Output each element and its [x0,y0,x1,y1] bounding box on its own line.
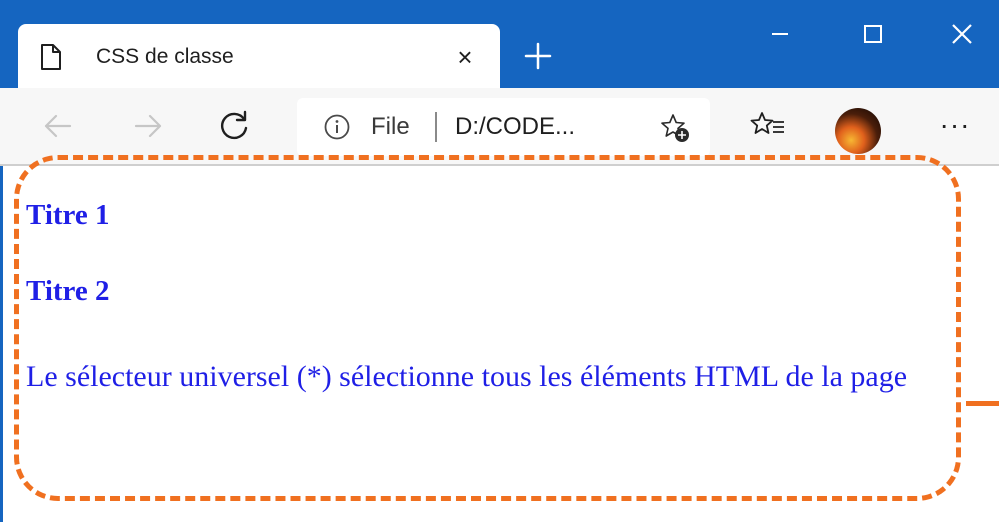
document-icon [41,44,61,70]
annotation-highlight-box [14,155,961,501]
more-icon[interactable]: ··· [935,111,975,143]
close-icon[interactable] [942,14,982,54]
star-plus-icon[interactable] [659,112,691,144]
refresh-icon[interactable] [214,106,254,146]
window-edge [0,166,3,522]
plus-icon[interactable] [520,38,556,74]
arrow-left-icon[interactable] [38,106,78,146]
address-separator [435,112,437,142]
browser-window: CSS de classe × File D:/CODE... ··· Titr… [0,0,999,522]
maximize-icon[interactable] [853,14,893,54]
url-text[interactable]: D:/CODE... [455,112,575,142]
info-icon[interactable] [323,113,351,141]
minimize-icon[interactable] [760,14,800,54]
file-protocol-label: File [371,113,410,140]
arrow-right-icon[interactable] [128,106,168,146]
tab-css-de-classe[interactable]: CSS de classe × [18,24,500,88]
avatar[interactable] [835,108,881,154]
annotation-connector-line [966,401,999,406]
tab-close-button[interactable]: × [451,43,479,71]
favorites-list-icon[interactable] [748,106,788,146]
tab-title: CSS de classe [96,45,234,68]
title-bar: CSS de classe × [0,0,999,88]
address-bar[interactable]: File D:/CODE... [297,98,710,156]
